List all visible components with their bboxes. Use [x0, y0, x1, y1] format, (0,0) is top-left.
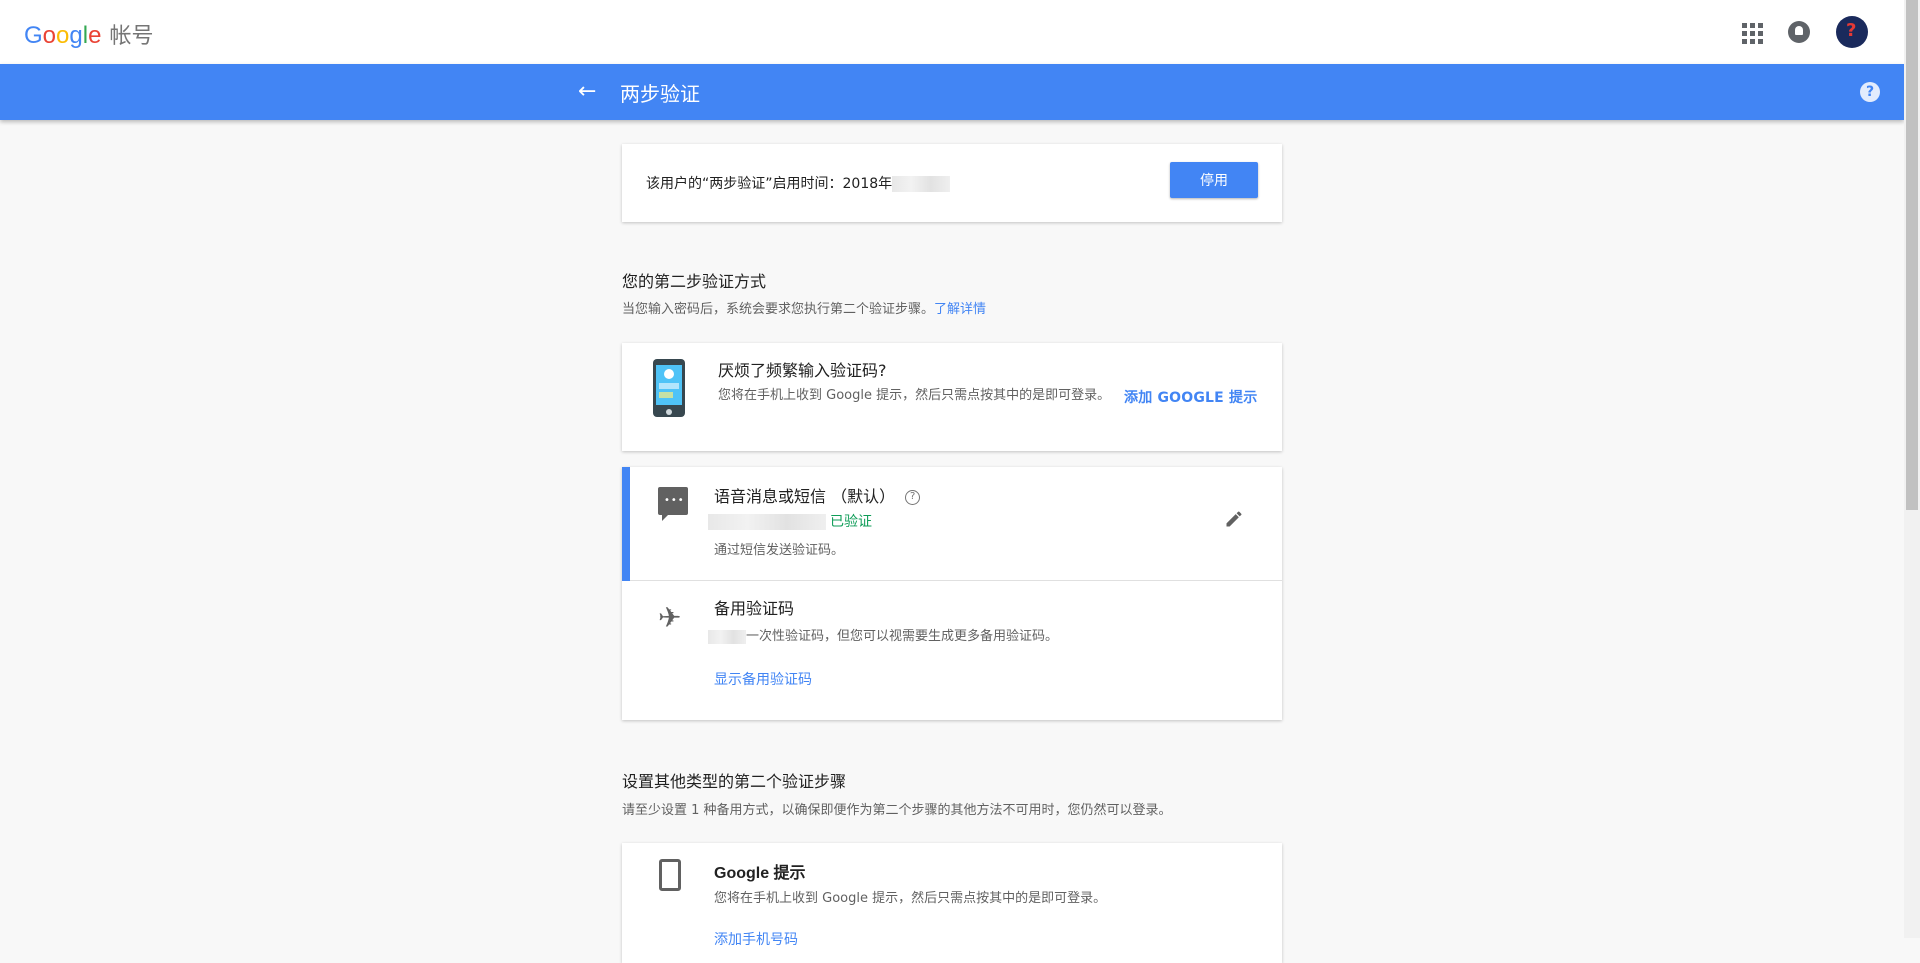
- edit-pencil-icon[interactable]: [1224, 509, 1244, 529]
- phone-verified-line: 已验证: [708, 511, 872, 531]
- enabled-status-text: 该用户的“两步验证”启用时间：2018年: [646, 176, 893, 192]
- backup-codes-row: ✈ 备用验证码 一次性验证码，但您可以视需要生成更多备用验证码。 显示备用验证码: [622, 581, 1282, 720]
- product-label: 帐号: [109, 23, 154, 48]
- backup-method-desc: 一次性验证码，但您可以视需要生成更多备用验证码。: [746, 629, 1059, 644]
- apps-grid-icon[interactable]: [1740, 21, 1763, 44]
- default-method-row: ••• 语音消息或短信 （默认）? 已验证 通过短信发送验证码。: [622, 467, 1282, 581]
- default-accent-bar: [622, 467, 630, 581]
- airplane-icon: ✈: [658, 601, 682, 634]
- google-prompt-title: Google 提示: [714, 865, 806, 882]
- google-prompt-card: Google 提示 您将在手机上收到 Google 提示，然后只需点按其中的是即…: [622, 843, 1282, 963]
- default-method-title-text: 语音消息或短信 （默认）: [714, 487, 896, 506]
- learn-more-link[interactable]: 了解详情: [934, 302, 986, 317]
- add-google-prompt-link[interactable]: 添加 GOOGLE 提示: [1124, 387, 1257, 407]
- notifications-icon[interactable]: [1788, 21, 1810, 43]
- second-step-desc: 当您输入密码后，系统会要求您执行第二个验证步骤。: [622, 302, 935, 317]
- disable-button[interactable]: 停用: [1170, 162, 1258, 198]
- section-title-other-methods: 设置其他类型的第二个验证步骤: [622, 772, 847, 791]
- help-icon[interactable]: ?: [1860, 82, 1880, 102]
- scrollbar-thumb[interactable]: [1906, 0, 1918, 510]
- phone-illustration-icon: [653, 359, 685, 417]
- redacted-date: [892, 176, 951, 192]
- promo-title: 厌烦了频繁输入验证码?: [718, 361, 887, 380]
- section-title-second-step: 您的第二步验证方式: [622, 272, 767, 291]
- methods-card: ••• 语音消息或短信 （默认）? 已验证 通过短信发送验证码。 ✈ 备用验证码…: [622, 467, 1282, 720]
- phone-icon: [659, 859, 681, 891]
- default-method-title: 语音消息或短信 （默认）?: [714, 483, 921, 507]
- default-method-desc: 通过短信发送验证码。: [714, 543, 845, 558]
- redacted-phone-number: [708, 514, 826, 530]
- sms-icon: •••: [658, 487, 688, 521]
- back-arrow-icon[interactable]: ←: [578, 81, 596, 103]
- redacted-code-count: [708, 629, 746, 644]
- enabled-status: 该用户的“两步验证”启用时间：2018年: [646, 173, 951, 193]
- backup-method-desc-line: 一次性验证码，但您可以视需要生成更多备用验证码。: [708, 625, 1059, 644]
- status-card: 该用户的“两步验证”启用时间：2018年 停用: [622, 144, 1282, 222]
- verified-label: 已验证: [830, 514, 872, 530]
- backup-method-title: 备用验证码: [714, 599, 795, 618]
- add-phone-link[interactable]: 添加手机号码: [714, 929, 798, 949]
- section-desc-second-step: 当您输入密码后，系统会要求您执行第二个验证步骤。了解详情: [622, 298, 986, 317]
- avatar[interactable]: [1836, 16, 1868, 48]
- page-title: 两步验证: [620, 82, 700, 106]
- google-prompt-promo-card: 厌烦了频繁输入验证码? 您将在手机上收到 Google 提示，然后只需点按其中的…: [622, 343, 1282, 451]
- page-header: ← 两步验证 ?: [0, 64, 1904, 120]
- promo-desc: 您将在手机上收到 Google 提示，然后只需点按其中的是即可登录。: [718, 388, 1111, 403]
- google-account-logo[interactable]: Google 帐号: [24, 18, 153, 50]
- section-desc-other-methods: 请至少设置 1 种备用方式，以确保即便作为第二个步骤的其他方法不可用时，您仍然可…: [622, 803, 1172, 818]
- google-prompt-desc: 您将在手机上收到 Google 提示，然后只需点按其中的是即可登录。: [714, 891, 1107, 906]
- question-icon[interactable]: ?: [905, 490, 921, 505]
- top-app-bar: Google 帐号: [0, 0, 1920, 64]
- show-backup-codes-link[interactable]: 显示备用验证码: [714, 669, 812, 689]
